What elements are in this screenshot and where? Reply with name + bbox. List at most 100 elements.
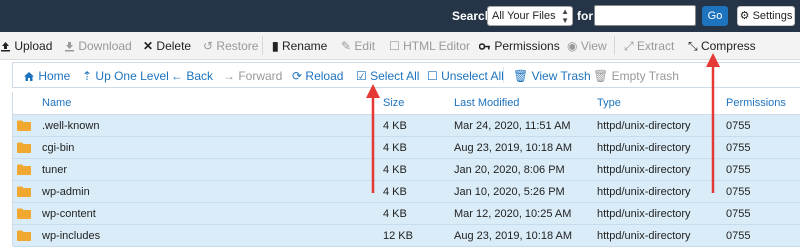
html-editor-label: HTML Editor bbox=[403, 39, 471, 53]
reload-label: Reload bbox=[305, 69, 344, 83]
select-all-label: Select All bbox=[370, 69, 420, 83]
file-name-cell: cgi-bin bbox=[42, 142, 75, 154]
folder-icon bbox=[17, 142, 31, 153]
compress-icon: ⤡ bbox=[688, 39, 698, 53]
download-button[interactable]: Download bbox=[64, 39, 132, 53]
file-modified-cell: Mar 12, 2020, 10:25 AM bbox=[454, 208, 572, 220]
compress-button[interactable]: ⤡ Compress bbox=[688, 39, 756, 54]
view-trash-button[interactable]: 🗑 View Trash bbox=[513, 69, 591, 83]
reload-icon: ⟳ bbox=[292, 69, 303, 83]
file-modified-cell: Mar 24, 2020, 11:51 AM bbox=[454, 120, 571, 132]
view-trash-label: View Trash bbox=[531, 69, 591, 83]
table-row[interactable]: cgi-bin 4 KB Aug 23, 2019, 10:18 AM httpd/u… bbox=[13, 137, 800, 159]
home-icon bbox=[24, 72, 34, 81]
file-name-cell: tuner bbox=[42, 164, 68, 176]
empty-trash-label: Empty Trash bbox=[611, 69, 679, 83]
home-button[interactable]: Home bbox=[23, 69, 70, 83]
compress-label: Compress bbox=[700, 39, 756, 53]
delete-button[interactable]: ✕ Delete bbox=[143, 39, 191, 53]
file-permissions-cell: 0755 bbox=[726, 208, 751, 220]
column-header-size[interactable]: Size bbox=[383, 97, 404, 109]
search-scope-select[interactable]: All Your Files ▲ ▼ bbox=[487, 6, 573, 26]
extract-button[interactable]: ⤢ Extract bbox=[624, 39, 674, 54]
file-name-cell: .well-known bbox=[42, 120, 100, 132]
file-type-cell: httpd/unix-directory bbox=[597, 230, 691, 242]
permissions-label: Permissions bbox=[494, 39, 560, 53]
file-permissions-cell: 0755 bbox=[726, 142, 751, 154]
for-label: for bbox=[577, 9, 593, 23]
table-row[interactable]: wp-includes 12 KB Aug 23, 2019, 10:18 AM ht… bbox=[13, 225, 800, 247]
edit-label: Edit bbox=[354, 39, 376, 53]
nav-divider bbox=[503, 67, 504, 83]
forward-button[interactable]: → Forward bbox=[223, 69, 282, 83]
unselect-all-label: Unselect All bbox=[441, 69, 504, 83]
select-caret-icon: ▲ ▼ bbox=[561, 7, 569, 25]
file-permissions-cell: 0755 bbox=[726, 186, 751, 198]
restore-button[interactable]: ↺ Restore bbox=[203, 39, 258, 53]
folder-icon bbox=[17, 164, 31, 175]
settings-label: Settings bbox=[752, 10, 793, 22]
file-permissions-cell: 0755 bbox=[726, 164, 751, 176]
file-name-cell: wp-includes bbox=[42, 230, 101, 242]
expand-icon: ⤢ bbox=[624, 39, 634, 53]
toolbar-divider bbox=[614, 36, 615, 55]
file-size-cell: 4 KB bbox=[383, 164, 407, 176]
restore-icon: ↺ bbox=[203, 39, 214, 53]
trash-icon: 🗑 bbox=[513, 69, 529, 83]
trash-icon: 🗑 bbox=[593, 69, 609, 83]
table-row[interactable]: wp-content 4 KB Mar 12, 2020, 10:25 AM http… bbox=[13, 203, 800, 225]
close-icon: ✕ bbox=[143, 39, 154, 53]
file-modified-cell: Aug 23, 2019, 10:18 AM bbox=[454, 142, 573, 154]
forward-label: Forward bbox=[238, 69, 283, 83]
upload-button[interactable]: Upload bbox=[0, 39, 52, 53]
rename-label: Rename bbox=[281, 39, 328, 53]
table-row[interactable]: tuner 4 KB Jan 20, 2020, 8:06 PM httpd/unix… bbox=[13, 159, 800, 181]
file-size-cell: 4 KB bbox=[383, 120, 407, 132]
search-input[interactable] bbox=[594, 5, 696, 26]
view-label: View bbox=[580, 39, 607, 53]
reload-button[interactable]: ⟳ Reload bbox=[292, 69, 343, 83]
rename-icon: ▮ bbox=[272, 39, 279, 53]
download-label: Download bbox=[78, 39, 132, 53]
rename-button[interactable]: ▮ Rename bbox=[272, 39, 327, 53]
file-type-cell: httpd/unix-directory bbox=[597, 142, 691, 154]
go-button[interactable]: Go bbox=[702, 6, 728, 26]
file-type-cell: httpd/unix-directory bbox=[597, 120, 691, 132]
settings-button[interactable]: ⚙ Settings bbox=[737, 6, 795, 26]
checkbox-checked-icon: ☑ bbox=[356, 69, 367, 83]
file-type-cell: httpd/unix-directory bbox=[597, 186, 691, 198]
file-name-cell: wp-content bbox=[42, 208, 96, 220]
unselect-all-button[interactable]: ☐ Unselect All bbox=[427, 69, 504, 83]
checkbox-empty-icon: ☐ bbox=[427, 69, 438, 83]
view-button[interactable]: ◉ View bbox=[567, 39, 607, 53]
folder-icon bbox=[17, 208, 31, 219]
html-editor-icon: ☐ bbox=[389, 39, 400, 53]
restore-label: Restore bbox=[216, 39, 259, 53]
file-table: Name Size Last Modified Type Permissions… bbox=[12, 92, 800, 247]
extract-label: Extract bbox=[636, 39, 675, 53]
edit-button[interactable]: ✎ Edit bbox=[341, 39, 375, 53]
column-header-name[interactable]: Name bbox=[42, 97, 71, 109]
column-header-permissions[interactable]: Permissions bbox=[726, 97, 786, 109]
empty-trash-button[interactable]: 🗑 Empty Trash bbox=[593, 69, 679, 83]
back-label: Back bbox=[186, 69, 214, 83]
permissions-button[interactable]: Permissions bbox=[478, 39, 560, 53]
upload-icon bbox=[1, 42, 10, 52]
html-editor-button[interactable]: ☐ HTML Editor bbox=[389, 39, 470, 53]
folder-icon bbox=[17, 230, 31, 241]
up-one-level-label: Up One Level bbox=[95, 69, 169, 83]
column-header-type[interactable]: Type bbox=[597, 97, 621, 109]
file-modified-cell: Aug 23, 2019, 10:18 AM bbox=[454, 230, 573, 242]
select-all-button[interactable]: ☑ Select All bbox=[356, 69, 419, 83]
table-row[interactable]: wp-admin 4 KB Jan 10, 2020, 5:26 PM httpd/u… bbox=[13, 181, 800, 203]
level-up-icon: ⇡ bbox=[82, 69, 93, 83]
column-header-last-modified[interactable]: Last Modified bbox=[454, 97, 519, 109]
table-header: Name Size Last Modified Type Permissions bbox=[13, 92, 800, 115]
file-type-cell: httpd/unix-directory bbox=[597, 208, 691, 220]
up-one-level-button[interactable]: ⇡ Up One Level bbox=[82, 69, 169, 83]
back-button[interactable]: ← Back bbox=[171, 69, 213, 83]
table-row[interactable]: .well-known 4 KB Mar 24, 2020, 11:51 AM htt… bbox=[13, 115, 800, 137]
delete-label: Delete bbox=[156, 39, 192, 53]
file-size-cell: 4 KB bbox=[383, 186, 407, 198]
file-size-cell: 4 KB bbox=[383, 142, 407, 154]
